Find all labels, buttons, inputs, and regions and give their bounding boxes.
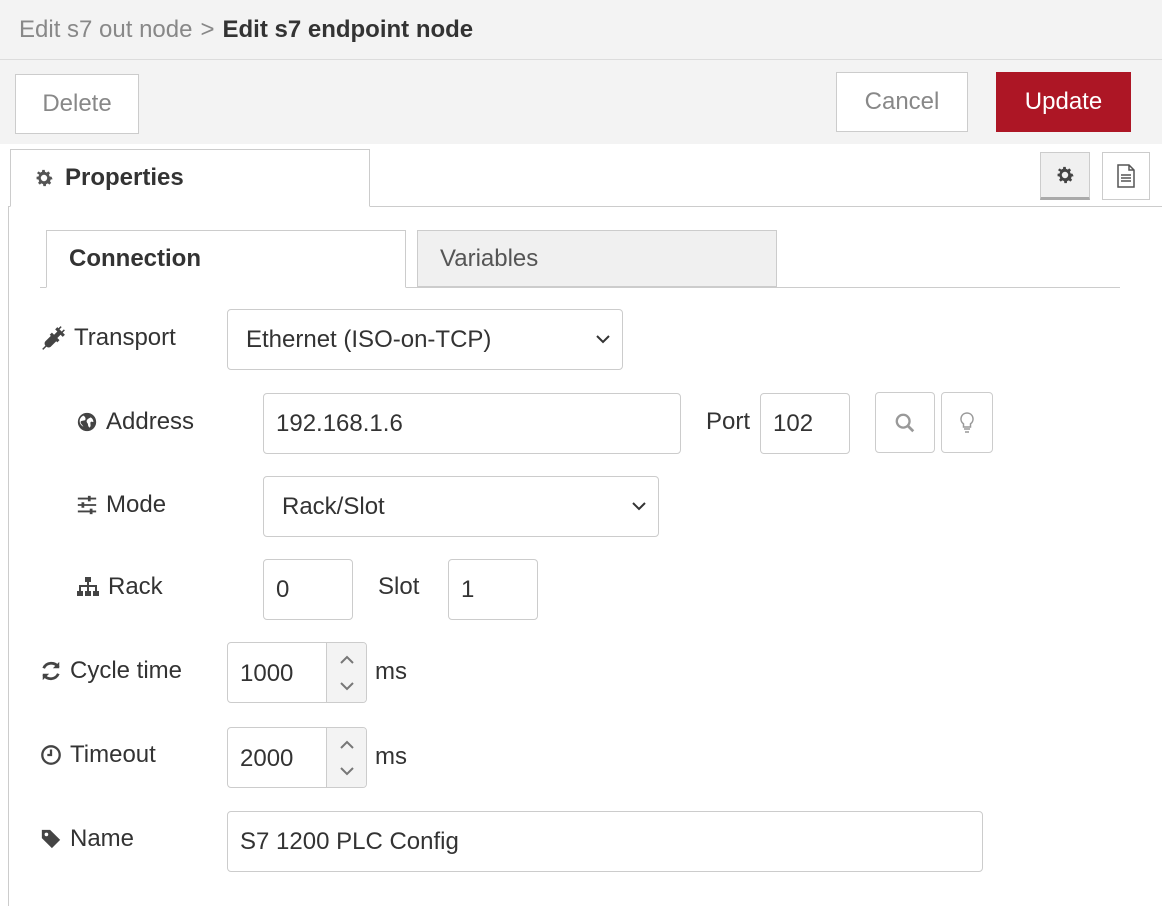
timeout-label: Timeout (70, 741, 156, 768)
transport-value: Ethernet (ISO-on-TCP) (246, 325, 492, 353)
slot-input[interactable]: 1 (448, 559, 538, 620)
rack-row-label: Rack (76, 567, 163, 607)
search-button[interactable] (875, 392, 935, 453)
chevron-down-icon[interactable] (339, 681, 355, 691)
mode-row-label: Mode (76, 485, 166, 525)
hint-button[interactable] (941, 392, 993, 453)
timeout-arrows[interactable] (326, 728, 366, 787)
chevron-up-icon[interactable] (339, 740, 355, 750)
slot-label: Slot (378, 573, 420, 600)
editor-toolbar: Delete Cancel Update (0, 60, 1162, 144)
gear-icon (1057, 166, 1074, 184)
timeout-row-label: Timeout (40, 735, 156, 775)
transport-label: Transport (74, 324, 176, 351)
update-button[interactable]: Update (996, 72, 1131, 132)
chevron-down-icon (632, 502, 646, 511)
rack-label: Rack (108, 573, 163, 600)
timeout-unit: ms (375, 743, 407, 770)
lightbulb-icon (960, 411, 974, 433)
name-label: Name (70, 825, 135, 852)
editor-breadcrumb: Edit s7 out node > Edit s7 endpoint node (0, 0, 1162, 60)
settings-tab-button[interactable] (1040, 152, 1090, 200)
chevron-down-icon (596, 335, 610, 344)
name-input[interactable]: S7 1200 PLC Config (227, 811, 983, 872)
name-row-label: Name (40, 819, 134, 859)
breadcrumb-separator: > (200, 15, 215, 43)
cancel-button[interactable]: Cancel (836, 72, 968, 132)
rack-input[interactable]: 0 (263, 559, 353, 620)
cycle-time-value: 1000 (240, 659, 294, 687)
mode-select[interactable]: Rack/Slot (263, 476, 659, 537)
breadcrumb-parent[interactable]: Edit s7 out node (19, 16, 192, 44)
refresh-icon (42, 661, 60, 681)
description-tab-button[interactable] (1102, 152, 1150, 200)
transport-row-label: Transport (40, 318, 176, 358)
cycle-time-arrows[interactable] (326, 643, 366, 702)
tab-properties[interactable]: Properties (10, 149, 370, 207)
transport-select[interactable]: Ethernet (ISO-on-TCP) (227, 309, 623, 370)
address-input[interactable]: 192.168.1.6 (263, 393, 681, 454)
address-row-label: Address (76, 402, 194, 442)
page-title: Edit s7 endpoint node (222, 15, 474, 43)
cycle-time-stepper[interactable]: 1000 (227, 642, 367, 703)
port-label: Port (706, 408, 751, 435)
cycle-row-label: Cycle time (40, 651, 182, 691)
sliders-icon (77, 495, 97, 515)
globe-icon (77, 412, 97, 432)
port-input[interactable]: 102 (760, 393, 850, 454)
chevron-down-icon[interactable] (339, 766, 355, 776)
delete-button[interactable]: Delete (15, 74, 139, 134)
cycle-unit: ms (375, 658, 407, 685)
tag-icon (41, 829, 61, 849)
document-icon (1117, 164, 1135, 188)
chevron-up-icon[interactable] (339, 655, 355, 665)
search-icon (895, 413, 915, 432)
mode-label: Mode (106, 491, 167, 518)
plug-icon (42, 326, 65, 350)
tab-variables[interactable]: Variables (417, 230, 777, 287)
sitemap-icon (77, 577, 99, 596)
cycle-label: Cycle time (70, 657, 183, 684)
timeout-stepper[interactable]: 2000 (227, 727, 367, 788)
gear-icon (36, 169, 53, 187)
timeout-value: 2000 (240, 744, 294, 772)
mode-value: Rack/Slot (282, 492, 385, 520)
tray-border (8, 206, 9, 906)
tab-connection[interactable]: Connection (46, 230, 406, 288)
address-label: Address (106, 408, 195, 435)
clock-icon (41, 745, 61, 765)
tab-properties-label: Properties (65, 164, 184, 191)
